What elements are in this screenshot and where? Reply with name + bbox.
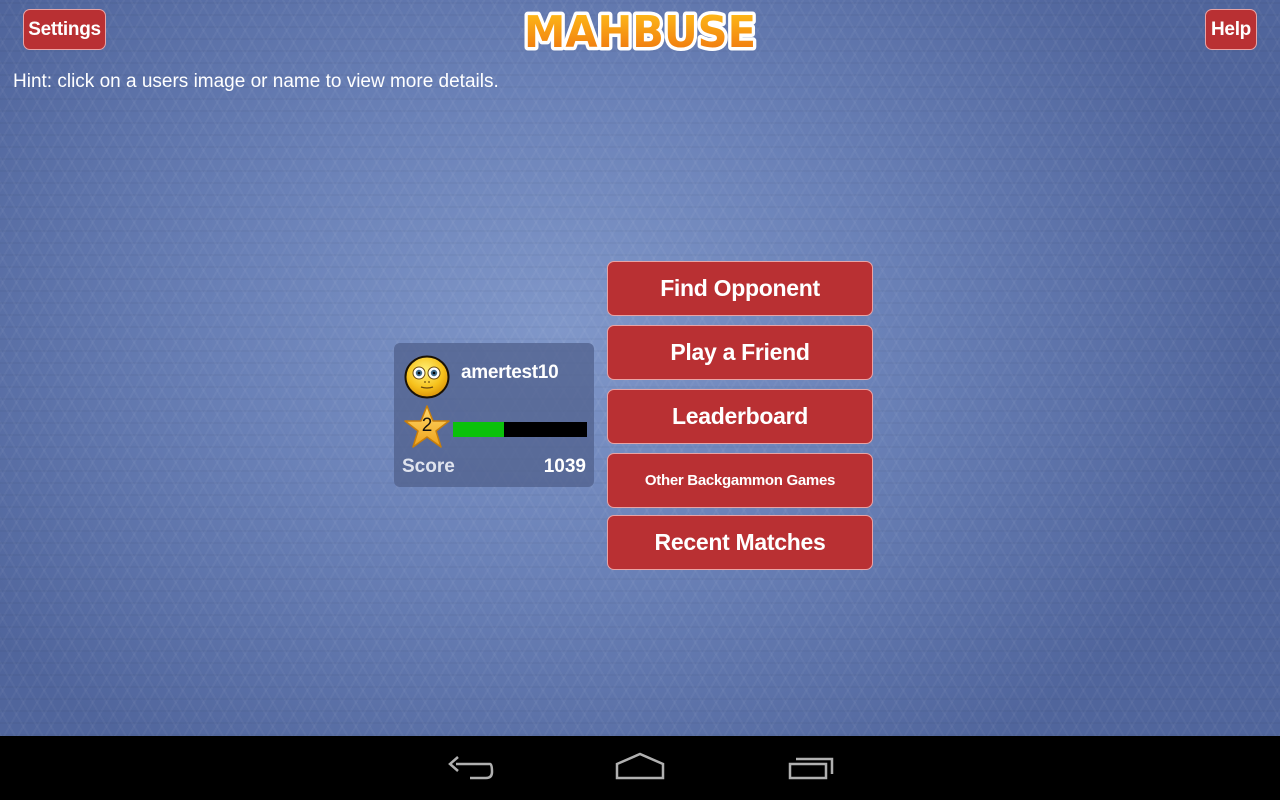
logo-graphic: MAHBUSE MAHBUSE (521, 5, 760, 55)
player-level: 2 (421, 415, 433, 436)
logo-text: MAHBUSE (524, 7, 756, 55)
android-navigation-bar (0, 736, 1280, 800)
mahbuse-logo: MAHBUSE MAHBUSE (520, 5, 760, 55)
score-label: Score (402, 456, 455, 477)
settings-button[interactable]: Settings (23, 9, 106, 50)
xp-progress-fill (453, 422, 504, 437)
home-icon[interactable] (614, 752, 666, 786)
other-backgammon-games-button[interactable]: Other Backgammon Games (607, 453, 873, 508)
score-value: 1039 (543, 456, 586, 477)
xp-progress-bar (453, 422, 587, 437)
player-username[interactable]: amertest10 (461, 362, 559, 384)
game-lobby-screen: Settings MAHBUSE MAHBUSE Help Hint: clic… (0, 0, 1280, 736)
recent-apps-icon[interactable] (786, 752, 836, 786)
smiley-face-icon[interactable] (404, 355, 450, 399)
find-opponent-button[interactable]: Find Opponent (607, 261, 873, 316)
help-button[interactable]: Help (1205, 9, 1257, 50)
back-icon[interactable] (446, 752, 494, 786)
hint-text: Hint: click on a users image or name to … (13, 71, 499, 92)
player-profile-card: amertest10 2 Score 1039 (394, 343, 594, 487)
recent-matches-button[interactable]: Recent Matches (607, 515, 873, 570)
leaderboard-button[interactable]: Leaderboard (607, 389, 873, 444)
play-a-friend-button[interactable]: Play a Friend (607, 325, 873, 380)
